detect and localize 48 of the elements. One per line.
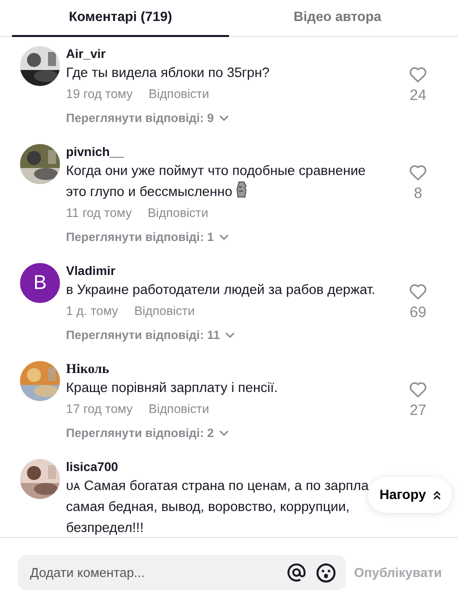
post-button[interactable]: Опублікувати bbox=[354, 562, 442, 582]
view-replies-button[interactable]: Переглянути відповіді: 9 bbox=[66, 110, 229, 126]
timestamp: 1 д. тому bbox=[66, 303, 118, 320]
view-replies-button[interactable]: Переглянути відповіді: 11 bbox=[66, 327, 235, 343]
username: pivnich__ bbox=[66, 144, 125, 160]
timestamp: 17 год тому bbox=[66, 401, 133, 418]
like-button[interactable] bbox=[409, 164, 427, 181]
chevron-down-icon bbox=[218, 234, 229, 240]
username: Ніколь bbox=[66, 361, 110, 377]
mention-icon[interactable] bbox=[287, 563, 306, 582]
like-count: 27 bbox=[410, 401, 426, 421]
comment-text: Где ты видела яблоки по 35грн? bbox=[66, 64, 270, 82]
comment-text: Когда они уже поймут что подобные сравнение bbox=[66, 162, 366, 180]
reply-link[interactable]: Відповісти bbox=[148, 204, 208, 222]
comment-input[interactable]: Додати коментар... bbox=[28, 562, 277, 584]
reply-link[interactable]: Відповісти bbox=[148, 85, 210, 103]
chevron-down-icon bbox=[218, 115, 229, 121]
username: Vladimir bbox=[66, 263, 116, 279]
comment-text: самая бедная, вывод, воровство, коррупции, bbox=[66, 498, 350, 516]
avatar: B bbox=[20, 263, 60, 303]
comment-text: Краще порівняй зарплату і пенсії. bbox=[66, 379, 278, 397]
comment-text: ᴜᴀ Самая богатая страна по ценам, а по зарпла bbox=[66, 477, 369, 495]
like-button[interactable] bbox=[409, 381, 427, 398]
chevrons-up-icon bbox=[433, 490, 441, 500]
comment-text: это глупо и бессмысленно bbox=[66, 181, 248, 202]
reply-link[interactable]: Відповісти bbox=[134, 302, 195, 320]
timestamp: 19 год тому bbox=[66, 86, 133, 103]
like-count: 8 bbox=[414, 184, 422, 204]
chevron-down-icon bbox=[218, 430, 229, 436]
comment-text: безпредел!!! bbox=[66, 519, 144, 537]
view-replies-button[interactable]: Переглянути відповіді: 1 bbox=[66, 229, 229, 245]
chevron-down-icon bbox=[224, 332, 235, 338]
username: Air_vir bbox=[66, 46, 107, 62]
emoji-icon[interactable] bbox=[316, 562, 336, 582]
tab[interactable]: Відео автора bbox=[229, 0, 446, 37]
like-button[interactable] bbox=[409, 66, 427, 83]
tab[interactable]: Коментарі (719) bbox=[12, 0, 229, 37]
comment-text: в Украине работодатели людей за рабов держат. bbox=[66, 281, 376, 299]
back-to-top-button[interactable]: Нагору bbox=[368, 477, 452, 514]
like-count: 69 bbox=[410, 303, 426, 323]
view-replies-button[interactable]: Переглянути відповіді: 2 bbox=[66, 425, 229, 441]
username: lisica700 bbox=[66, 459, 120, 475]
like-button[interactable] bbox=[409, 283, 427, 300]
timestamp: 11 год тому bbox=[66, 205, 132, 222]
like-count: 24 bbox=[410, 86, 426, 106]
reply-link[interactable]: Відповісти bbox=[148, 400, 210, 418]
comment-field[interactable]: Додати коментар... bbox=[18, 555, 346, 590]
statue-icon bbox=[236, 181, 248, 198]
